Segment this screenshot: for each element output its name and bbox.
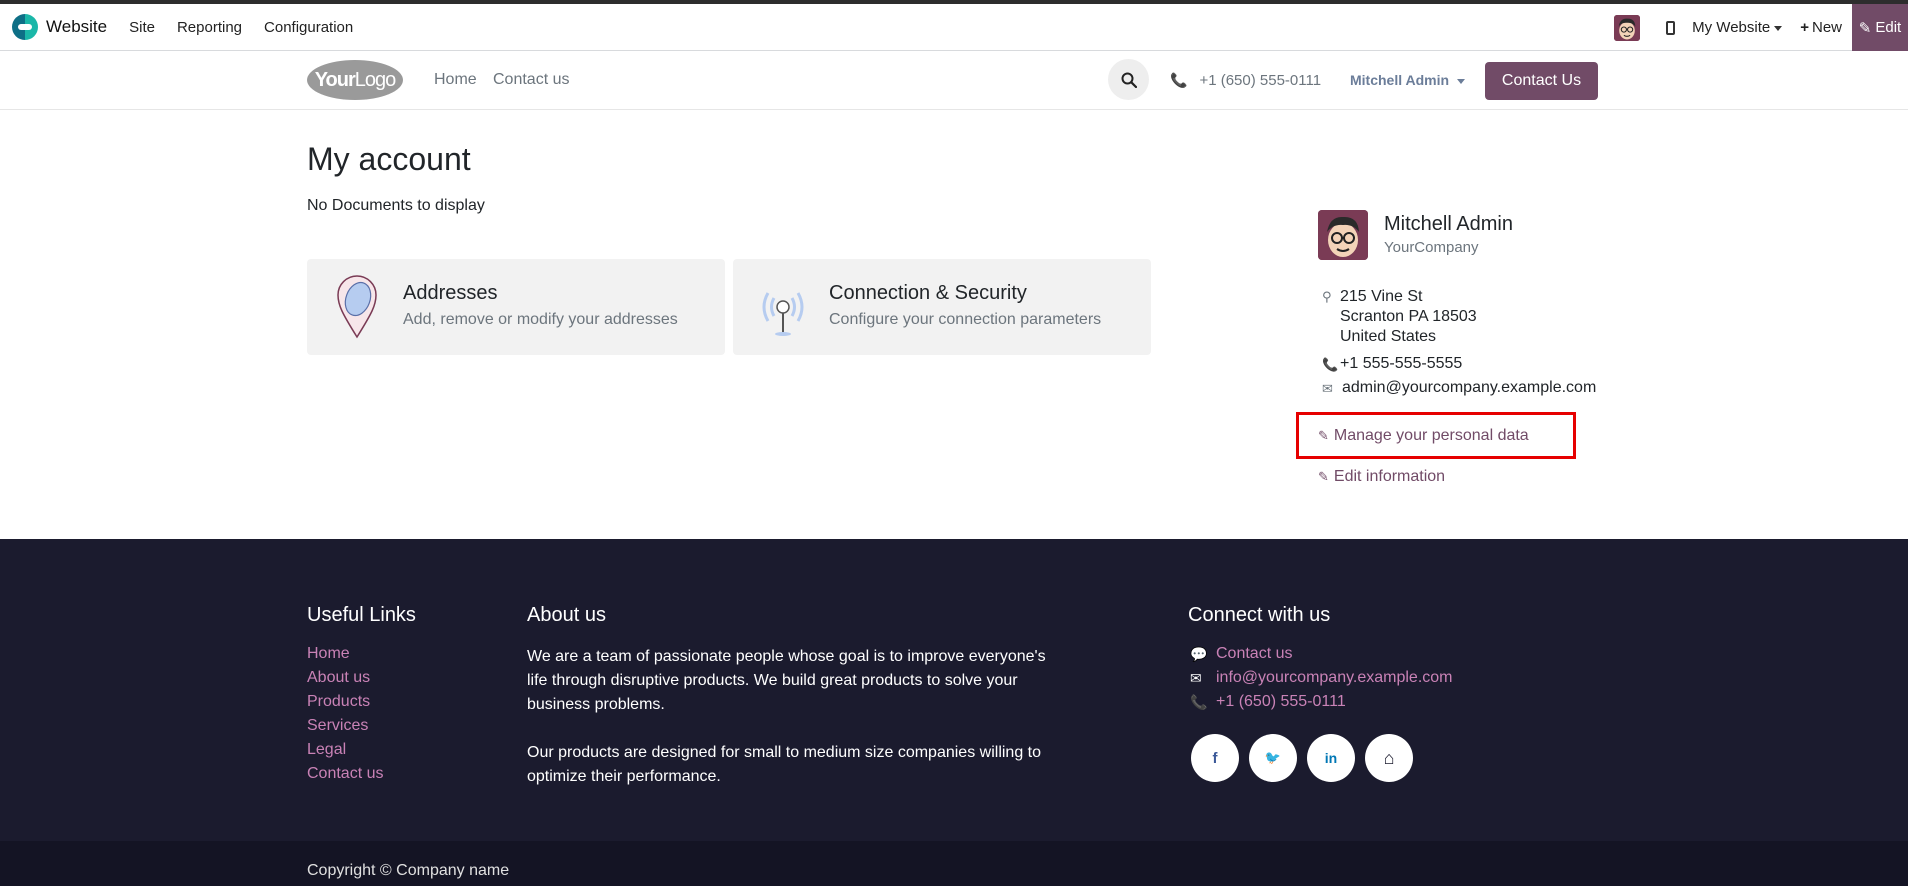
antenna-icon [762, 292, 804, 336]
menu-site[interactable]: Site [129, 19, 155, 36]
about-paragraph-2: Our products are designed for small to m… [527, 744, 1042, 785]
page-title: My account [307, 141, 471, 177]
pencil-icon: ✎ [1858, 19, 1872, 37]
footer-link-products[interactable]: Products [307, 693, 370, 711]
pencil-icon: ✎ [1318, 469, 1329, 484]
about-heading: About us [527, 604, 606, 626]
facebook-button[interactable]: f [1191, 734, 1239, 782]
user-menu[interactable]: Mitchell Admin [1350, 72, 1466, 88]
no-documents-text: No Documents to display [307, 197, 485, 214]
menu-configuration[interactable]: Configuration [264, 19, 353, 36]
search-button[interactable] [1108, 59, 1149, 100]
phone-icon: 📞 [1322, 357, 1339, 372]
adminbar-right: My Website + New ✎ Edit [1614, 4, 1908, 51]
about-paragraph-1: We are a team of passionate people whose… [527, 648, 1046, 713]
footer-phone[interactable]: 📞 +1 (650) 555-0111 [1190, 693, 1346, 711]
profile-avatar [1318, 210, 1368, 260]
phone-icon: 📞 [1170, 72, 1188, 88]
odoo-app-icon [12, 14, 38, 40]
nav-contact-us[interactable]: Contact us [493, 71, 569, 89]
twitter-icon: 🐦 [1264, 750, 1282, 765]
app-name: Website [46, 17, 108, 36]
footer-link-home[interactable]: Home [307, 645, 350, 663]
useful-links-heading: Useful Links [307, 604, 416, 626]
pencil-icon: ✎ [1318, 428, 1329, 443]
caret-down-icon [1457, 78, 1466, 84]
connect-heading: Connect with us [1188, 604, 1331, 626]
caret-down-icon [1774, 25, 1783, 31]
search-icon [1121, 72, 1137, 88]
envelope-icon: ✉ [1190, 669, 1202, 686]
new-button[interactable]: + New [1800, 19, 1842, 36]
edit-information-link[interactable]: ✎ Edit information [1318, 468, 1445, 486]
card-subtitle: Add, remove or modify your addresses [403, 311, 678, 328]
profile-name: Mitchell Admin [1384, 213, 1513, 235]
profile-email: ✉ admin@yourcompany.example.com [1322, 379, 1597, 396]
linkedin-icon: in [1324, 750, 1338, 766]
card-title: Addresses [403, 282, 498, 304]
footer-link-about[interactable]: About us [307, 669, 370, 687]
mobile-preview-icon[interactable] [1666, 20, 1676, 35]
phone-icon: 📞 [1190, 693, 1208, 710]
profile-phone: 📞 +1 555-555-5555 [1322, 355, 1463, 372]
map-pin-icon [337, 275, 377, 339]
home-button[interactable]: ⌂ [1365, 734, 1413, 782]
footer-link-legal[interactable]: Legal [307, 741, 346, 759]
home-icon: ⌂ [1383, 747, 1395, 768]
manage-personal-data-link[interactable]: ✎ Manage your personal data [1318, 427, 1529, 445]
admin-navbar: Website Site Reporting Configuration My … [0, 0, 1908, 51]
menu-reporting[interactable]: Reporting [177, 19, 242, 36]
footer-contact-us[interactable]: 💬 Contact us [1190, 645, 1292, 663]
header-phone[interactable]: 📞 +1 (650) 555-0111 [1170, 72, 1321, 89]
card-subtitle: Configure your connection parameters [829, 311, 1102, 328]
envelope-icon: ✉ [1322, 381, 1333, 396]
footer-link-contact[interactable]: Contact us [307, 765, 383, 783]
user-avatar[interactable] [1614, 14, 1641, 41]
profile-company: YourCompany [1384, 239, 1479, 256]
plus-icon: + [1800, 19, 1809, 36]
facebook-icon: f [1212, 749, 1218, 767]
footer-link-services[interactable]: Services [307, 717, 368, 735]
site-header: Your Logo Home Contact us 📞 +1 (650) 555-… [0, 51, 1908, 110]
copyright-bar: Copyright © Company name [0, 841, 1908, 886]
nav-home[interactable]: Home [434, 71, 477, 89]
comment-icon: 💬 [1190, 645, 1208, 662]
addresses-card[interactable]: Addresses Add, remove or modify your add… [307, 259, 725, 355]
twitter-button[interactable]: 🐦 [1249, 734, 1297, 782]
connection-security-card[interactable]: Connection & Security Configure your con… [733, 259, 1151, 355]
footer-email[interactable]: ✉ info@yourcompany.example.com [1190, 669, 1453, 687]
profile-address: ⚲ 215 Vine St Scranton PA 18503 United S… [1322, 288, 1477, 345]
site-logo[interactable]: Your Logo [307, 60, 403, 100]
app-brand[interactable]: Website [12, 14, 107, 40]
linkedin-button[interactable]: in [1307, 734, 1355, 782]
contact-us-button[interactable]: Contact Us [1485, 62, 1598, 100]
edit-button[interactable]: ✎ Edit [1852, 4, 1908, 51]
card-title: Connection & Security [829, 282, 1027, 304]
website-selector[interactable]: My Website [1692, 19, 1783, 36]
map-marker-icon: ⚲ [1322, 289, 1332, 304]
copyright-text: Copyright © Company name [307, 862, 510, 879]
